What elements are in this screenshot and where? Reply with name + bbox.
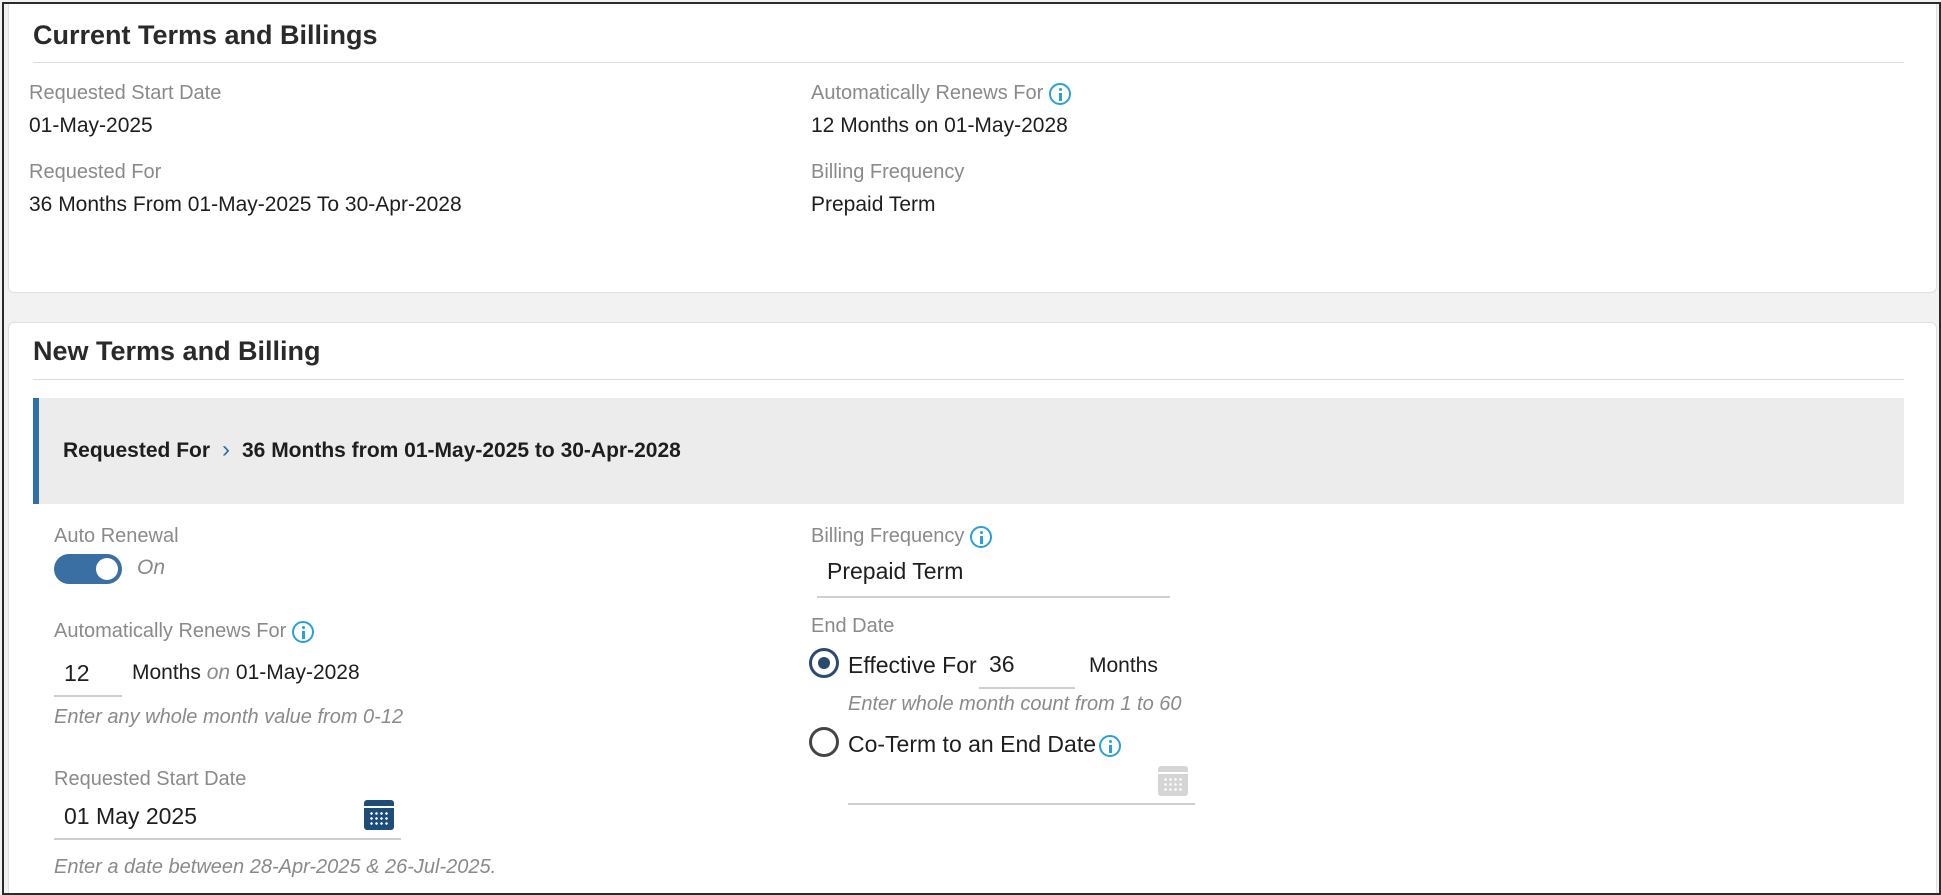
current-terms-card: Current Terms and Billings Requested Sta… [8, 4, 1937, 293]
billing-frequency-value: Prepaid Term [811, 193, 936, 216]
info-icon[interactable] [292, 620, 315, 643]
auto-renews-value: 12 Months on 01-May-2028 [811, 114, 1068, 137]
coterm-label: Co-Term to an End Date [848, 731, 1122, 758]
months-word: Months [132, 661, 201, 684]
calendar-icon[interactable] [1158, 766, 1188, 796]
divider [33, 62, 1904, 63]
info-icon[interactable] [970, 525, 993, 548]
billing-frequency-label-text: Billing Frequency [811, 525, 965, 547]
calendar-icon[interactable] [364, 800, 394, 830]
auto-renews-months-text: Months on 01-May-2028 [132, 661, 360, 685]
requested-start-date-label: Requested Start Date [29, 82, 222, 104]
start-date-hint: Enter a date between 28-Apr-2025 & 26-Ju… [54, 856, 497, 878]
effective-for-hint: Enter whole month count from 1 to 60 [848, 693, 1182, 715]
billing-frequency-label: Billing Frequency [811, 161, 965, 183]
auto-renews-label-text: Automatically Renews For [811, 82, 1044, 104]
terms-panel: Current Terms and Billings Requested Sta… [2, 2, 1941, 895]
coterm-label-text: Co-Term to an End Date [848, 731, 1097, 757]
start-date-input[interactable]: 01 May 2025 [54, 794, 401, 840]
effective-for-label: Effective For [848, 652, 977, 678]
auto-renews-months-input[interactable]: 12 [54, 653, 122, 697]
coterm-radio[interactable] [809, 727, 839, 757]
divider [33, 379, 1904, 380]
auto-renewal-toggle[interactable] [54, 554, 122, 584]
billing-frequency-label: Billing Frequency [811, 525, 993, 548]
start-date-label: Requested Start Date [54, 768, 247, 790]
auto-renewal-label: Auto Renewal [54, 525, 179, 547]
effective-for-unit: Months [1089, 654, 1158, 677]
new-terms-title: New Terms and Billing [33, 336, 321, 366]
auto-renews-date: 01-May-2028 [235, 661, 360, 684]
on-word: on [206, 661, 231, 684]
banner-label: Requested For [63, 439, 211, 462]
effective-for-radio[interactable] [809, 648, 839, 678]
auto-renews-hint: Enter any whole month value from 0-12 [54, 706, 404, 728]
billing-frequency-select[interactable]: Prepaid Term [817, 548, 1170, 598]
info-icon[interactable] [1099, 734, 1122, 757]
banner-value: 36 Months from 01-May-2025 to 30-Apr-202… [242, 439, 681, 462]
info-icon[interactable] [1049, 82, 1072, 105]
requested-for-banner: Requested For › 36 Months from 01-May-20… [33, 398, 1904, 504]
auto-renewal-state: On [137, 556, 166, 579]
auto-renews-label-text: Automatically Renews For [54, 620, 287, 642]
requested-for-label: Requested For [29, 161, 162, 183]
end-date-label: End Date [811, 615, 895, 637]
coterm-date-input[interactable] [848, 763, 1195, 805]
auto-renews-label: Automatically Renews For [54, 620, 315, 643]
new-terms-card: New Terms and Billing Requested For › 36… [8, 322, 1937, 893]
requested-start-date-value: 01-May-2025 [29, 114, 153, 137]
requested-for-value: 36 Months From 01-May-2025 To 30-Apr-202… [29, 193, 462, 216]
auto-renews-label: Automatically Renews For [811, 82, 1072, 105]
effective-for-input[interactable]: 36 [979, 643, 1075, 689]
current-terms-title: Current Terms and Billings [33, 20, 378, 50]
chevron-right-icon: › [222, 436, 230, 463]
